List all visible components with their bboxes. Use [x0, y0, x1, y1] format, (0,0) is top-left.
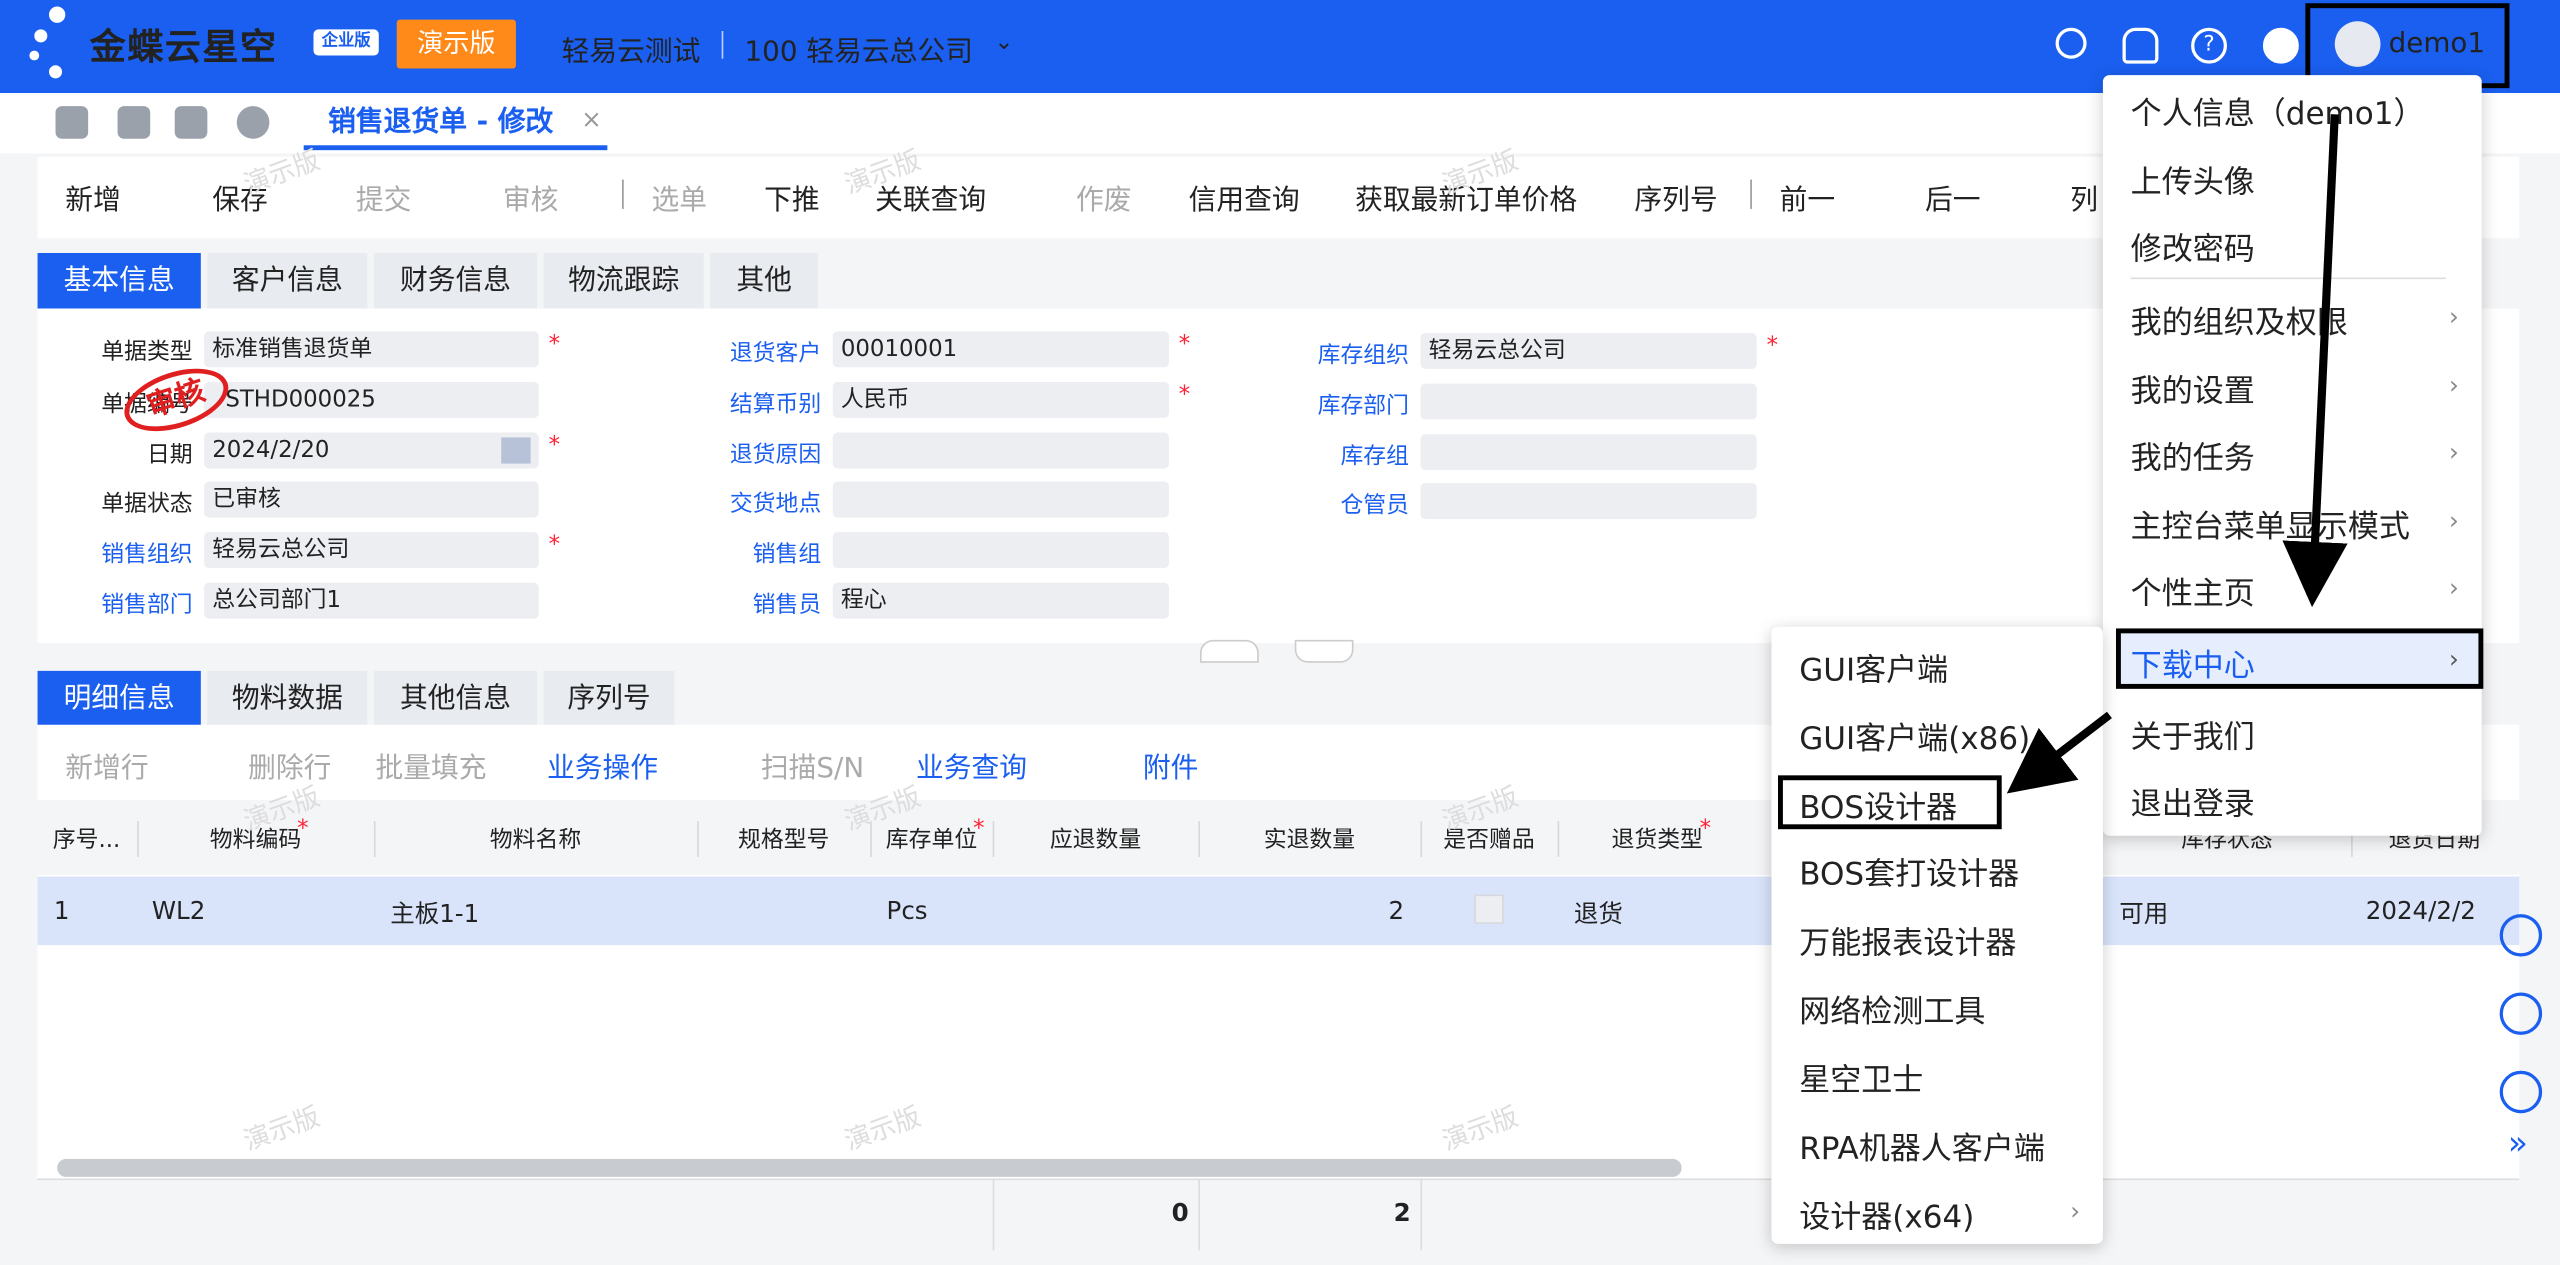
arrow-to-bos-designer	[2006, 711, 2112, 794]
annotation-arrows	[2006, 114, 2348, 794]
arrow-to-download-center	[2282, 114, 2348, 608]
